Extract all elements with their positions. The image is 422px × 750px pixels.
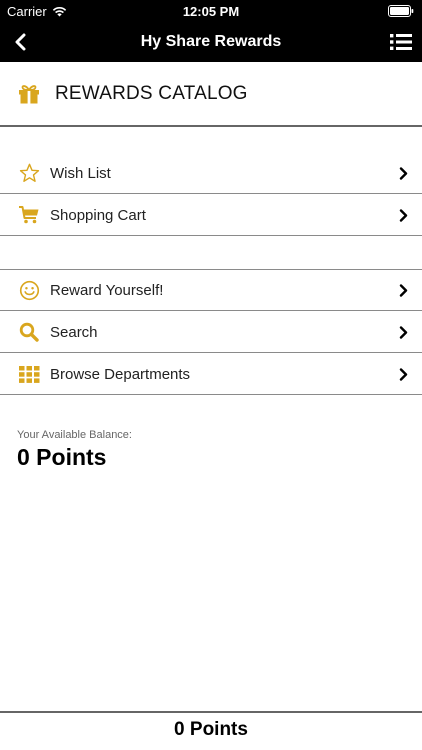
chevron-right-icon [398, 166, 408, 180]
smiley-icon [18, 279, 40, 301]
status-time: 12:05 PM [182, 4, 240, 19]
grid-icon [18, 363, 40, 385]
browse-departments-row[interactable]: Browse Departments [0, 353, 422, 395]
reward-yourself-label: Reward Yourself! [50, 281, 164, 299]
app-root: Carrier 12:05 PM Hy Share Rewards REWARD… [0, 0, 422, 750]
footer-divider [0, 711, 422, 713]
gift-icon [18, 84, 40, 104]
reward-yourself-row[interactable]: Reward Yourself! [0, 269, 422, 311]
catalog-title: REWARDS CATALOG [55, 83, 248, 104]
shopping-cart-label: Shopping Cart [50, 206, 146, 224]
shopping-cart-row[interactable]: Shopping Cart [0, 194, 422, 236]
list-menu-icon [390, 34, 412, 50]
nav-bar: Hy Share Rewards [0, 22, 422, 62]
cart-icon [18, 204, 40, 226]
wish-list-row[interactable]: Wish List [0, 152, 422, 194]
chevron-right-icon [398, 283, 408, 297]
footer-points: 0 Points [174, 719, 248, 740]
search-row[interactable]: Search [0, 311, 422, 353]
back-button[interactable] [8, 30, 32, 54]
search-label: Search [50, 323, 98, 341]
divider [0, 125, 422, 127]
wish-list-label: Wish List [50, 164, 111, 182]
catalog-header: REWARDS CATALOG [0, 62, 422, 126]
chevron-right-icon [398, 208, 408, 222]
divider [0, 235, 422, 236]
menu-button[interactable] [388, 30, 414, 54]
battery-icon [388, 5, 414, 20]
balance-value: 0 Points [17, 444, 107, 470]
chevron-right-icon [398, 367, 408, 381]
divider [0, 394, 422, 395]
search-icon [18, 321, 40, 343]
balance-label: Your Available Balance: [17, 429, 132, 441]
star-icon [18, 162, 40, 184]
chevron-right-icon [398, 325, 408, 339]
status-bar: Carrier 12:05 PM [0, 0, 422, 22]
browse-departments-label: Browse Departments [50, 365, 191, 383]
nav-title: Hy Share Rewards [140, 33, 282, 50]
chevron-left-icon [15, 33, 26, 51]
